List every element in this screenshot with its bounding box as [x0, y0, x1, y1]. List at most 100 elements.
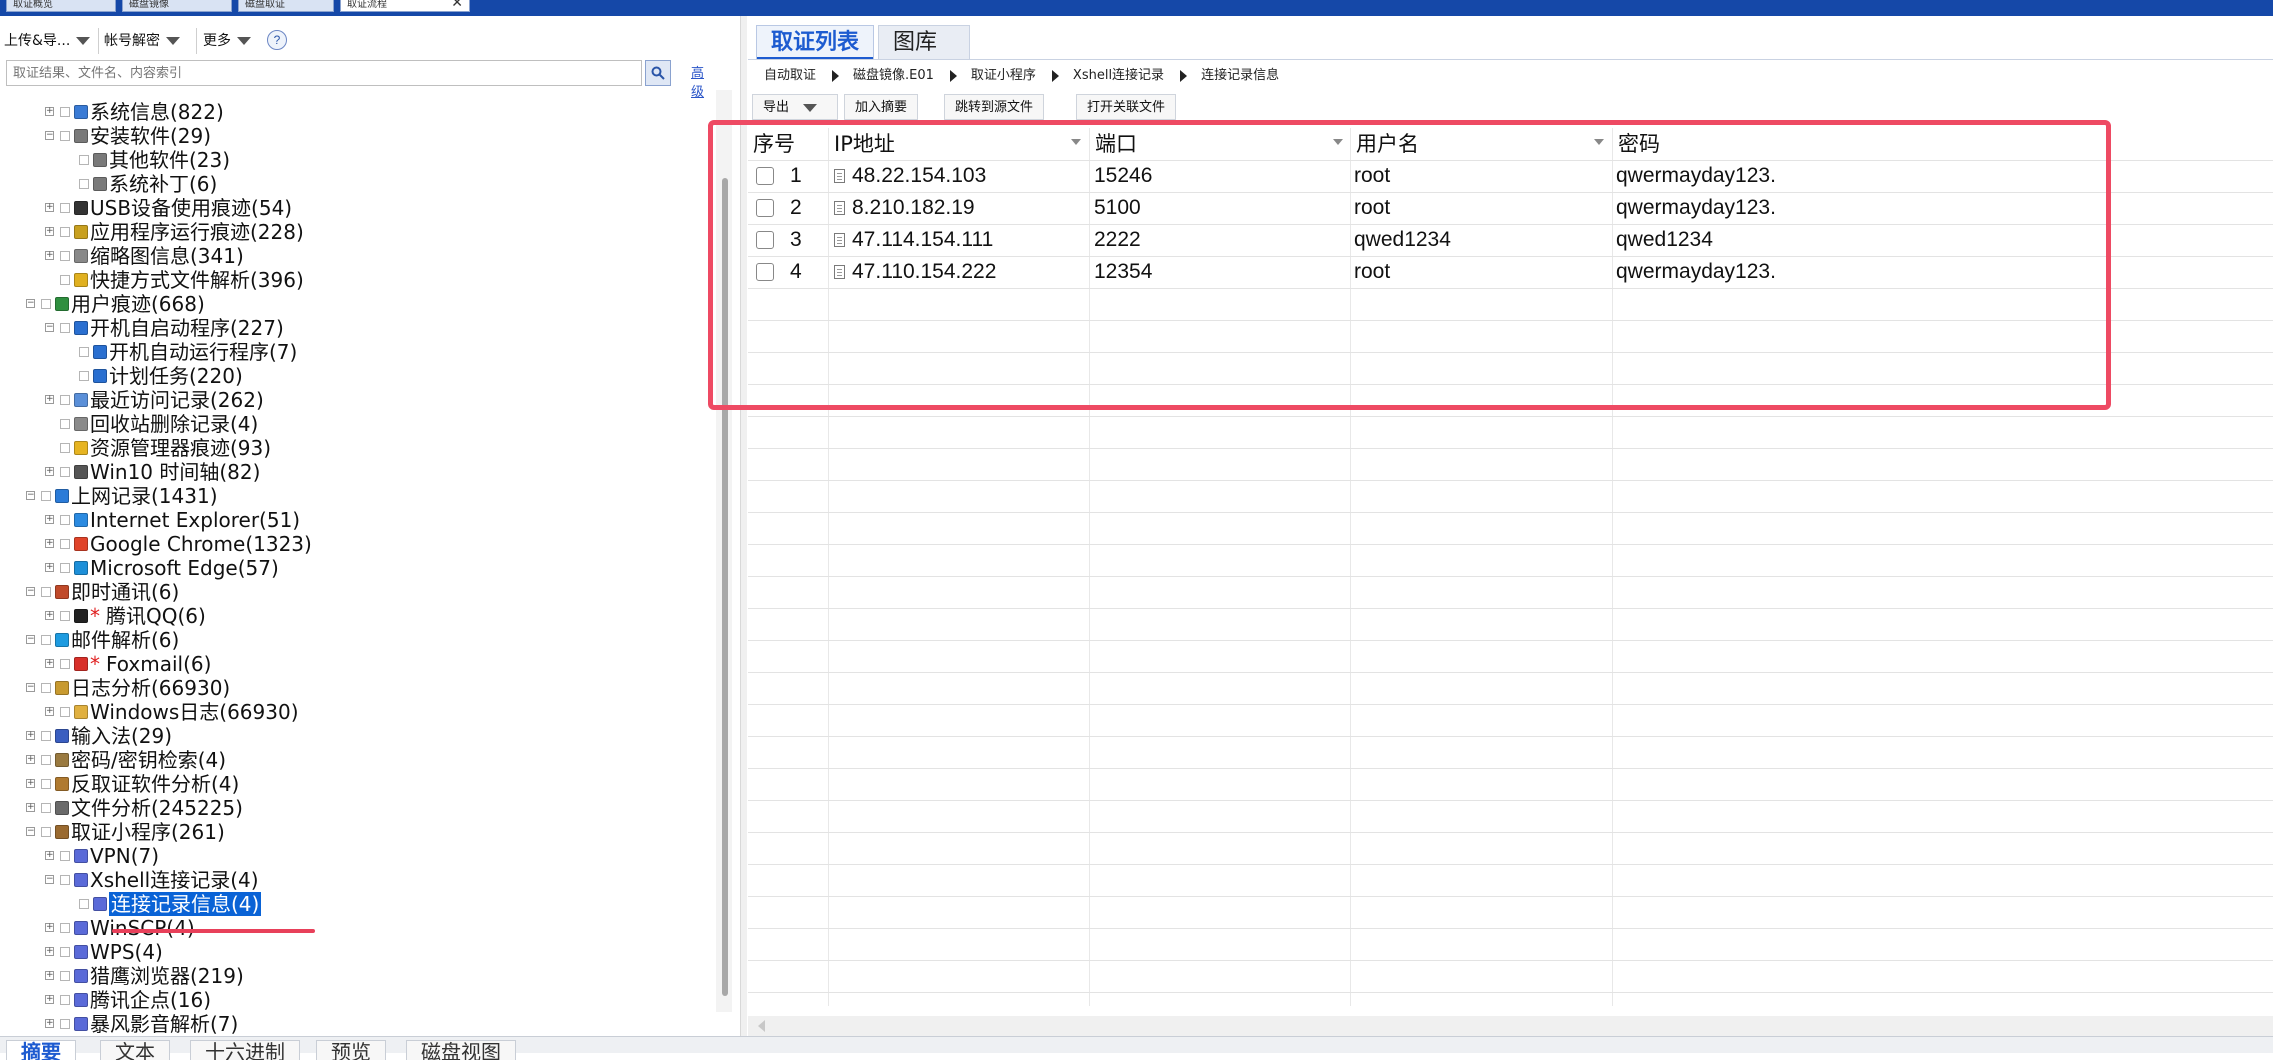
- tree-node[interactable]: + 猎鹰浏览器(219): [0, 964, 700, 988]
- tree-node[interactable]: − 日志分析(66930): [0, 676, 700, 700]
- tree-checkbox[interactable]: [41, 731, 51, 741]
- tab-disk-view[interactable]: 磁盘视图: [406, 1040, 516, 1060]
- expand-icon[interactable]: +: [45, 227, 54, 236]
- tree-node[interactable]: 连接记录信息(4): [0, 891, 700, 917]
- tree-node[interactable]: + USB设备使用痕迹(54): [0, 196, 700, 220]
- tree-node[interactable]: − 邮件解析(6): [0, 628, 700, 652]
- expand-icon[interactable]: +: [45, 923, 54, 932]
- collapse-icon[interactable]: −: [26, 491, 35, 500]
- open-related-file-button[interactable]: 打开关联文件: [1076, 94, 1177, 120]
- tree-node[interactable]: − 开机自启动程序(227): [0, 316, 700, 340]
- tree-checkbox[interactable]: [60, 203, 70, 213]
- close-icon[interactable]: ✕: [451, 0, 463, 10]
- tree-node[interactable]: + 腾讯企点(16): [0, 988, 700, 1012]
- tree-node[interactable]: + Windows日志(66930): [0, 700, 700, 724]
- tree-checkbox[interactable]: [41, 299, 51, 309]
- tree-checkbox[interactable]: [41, 635, 51, 645]
- add-summary-button[interactable]: 加入摘要: [844, 94, 919, 120]
- tree-checkbox[interactable]: [41, 491, 51, 501]
- tab-gallery[interactable]: 图库: [878, 25, 970, 59]
- tree-node[interactable]: + 密码/密钥检索(4): [0, 748, 700, 772]
- tree-checkbox[interactable]: [60, 611, 70, 621]
- tree-checkbox[interactable]: [60, 443, 70, 453]
- tree-node[interactable]: + Internet Explorer(51): [0, 508, 700, 532]
- tree-checkbox[interactable]: [60, 275, 70, 285]
- tree-checkbox[interactable]: [41, 587, 51, 597]
- tree-checkbox[interactable]: [60, 851, 70, 861]
- expand-icon[interactable]: +: [45, 467, 54, 476]
- tree-node[interactable]: 计划任务(220): [0, 364, 700, 388]
- tree-checkbox[interactable]: [41, 755, 51, 765]
- tree-checkbox[interactable]: [60, 515, 70, 525]
- tree-checkbox[interactable]: [60, 707, 70, 717]
- tree-node[interactable]: 系统补丁(6): [0, 172, 700, 196]
- upload-dropdown[interactable]: 上传&导...: [4, 30, 91, 52]
- window-tab-active[interactable]: 取证流程 ✕: [340, 0, 470, 12]
- tree-checkbox[interactable]: [60, 659, 70, 669]
- expand-icon[interactable]: +: [45, 563, 54, 572]
- collapse-icon[interactable]: −: [26, 683, 35, 692]
- expand-icon[interactable]: +: [45, 1019, 54, 1028]
- tree-checkbox[interactable]: [60, 539, 70, 549]
- window-tab[interactable]: 磁盘取证: [238, 0, 334, 12]
- tree-node[interactable]: − 安装软件(29): [0, 124, 700, 148]
- tree-node[interactable]: + 文件分析(245225): [0, 796, 700, 820]
- tab-evidence-list[interactable]: 取证列表: [756, 25, 874, 60]
- tree-node[interactable]: + * Foxmail(6): [0, 652, 700, 676]
- tree-node[interactable]: + 反取证软件分析(4): [0, 772, 700, 796]
- expand-icon[interactable]: +: [45, 515, 54, 524]
- tree-node[interactable]: + 最近访问记录(262): [0, 388, 700, 412]
- account-decrypt-dropdown[interactable]: 帐号解密: [104, 30, 180, 52]
- tree-node[interactable]: + 缩略图信息(341): [0, 244, 700, 268]
- tree-node[interactable]: 回收站删除记录(4): [0, 412, 700, 436]
- tree-node[interactable]: + VPN(7): [0, 844, 700, 868]
- tree-checkbox[interactable]: [60, 923, 70, 933]
- tree-checkbox[interactable]: [79, 899, 89, 909]
- search-input[interactable]: [6, 60, 642, 86]
- tree-checkbox[interactable]: [41, 779, 51, 789]
- expand-icon[interactable]: +: [26, 755, 35, 764]
- more-dropdown[interactable]: 更多: [203, 30, 251, 52]
- expand-icon[interactable]: +: [45, 995, 54, 1004]
- expand-icon[interactable]: +: [26, 779, 35, 788]
- jump-to-source-button[interactable]: 跳转到源文件: [944, 94, 1045, 120]
- tree-node[interactable]: 快捷方式文件解析(396): [0, 268, 700, 292]
- horizontal-scrollbar[interactable]: [748, 1016, 2273, 1036]
- breadcrumb-item[interactable]: 连接记录信息: [1201, 68, 1279, 83]
- tree-node[interactable]: + WinSCP(4): [0, 916, 700, 940]
- tree-node[interactable]: − 即时通讯(6): [0, 580, 700, 604]
- tree-node[interactable]: + Google Chrome(1323): [0, 532, 700, 556]
- tree-node[interactable]: − Xshell连接记录(4): [0, 868, 700, 892]
- tree-checkbox[interactable]: [60, 467, 70, 477]
- window-tab[interactable]: 磁盘镜像: [122, 0, 232, 12]
- collapse-icon[interactable]: −: [45, 323, 54, 332]
- tree-node[interactable]: 资源管理器痕迹(93): [0, 436, 700, 460]
- tree-node[interactable]: − 上网记录(1431): [0, 484, 700, 508]
- expand-icon[interactable]: +: [45, 947, 54, 956]
- tree-node[interactable]: + WPS(4): [0, 940, 700, 964]
- tree-checkbox[interactable]: [79, 347, 89, 357]
- tree-checkbox[interactable]: [79, 371, 89, 381]
- expand-icon[interactable]: +: [26, 803, 35, 812]
- tree-checkbox[interactable]: [60, 875, 70, 885]
- tree-node[interactable]: + Win10 时间轴(82): [0, 460, 700, 484]
- collapse-icon[interactable]: −: [26, 635, 35, 644]
- tree-node[interactable]: − 取证小程序(261): [0, 820, 700, 844]
- expand-icon[interactable]: +: [45, 251, 54, 260]
- expand-icon[interactable]: +: [45, 971, 54, 980]
- expand-icon[interactable]: +: [45, 395, 54, 404]
- export-button[interactable]: 导出: [752, 94, 838, 120]
- tree-checkbox[interactable]: [60, 1019, 70, 1029]
- tree-node[interactable]: + Microsoft Edge(57): [0, 556, 700, 580]
- tree-node[interactable]: − 用户痕迹(668): [0, 292, 700, 316]
- tree-node[interactable]: + 暴风影音解析(7): [0, 1012, 700, 1036]
- tree-checkbox[interactable]: [60, 227, 70, 237]
- tree-checkbox[interactable]: [41, 683, 51, 693]
- breadcrumb-item[interactable]: Xshell连接记录: [1073, 68, 1164, 83]
- collapse-icon[interactable]: −: [26, 827, 35, 836]
- tree-checkbox[interactable]: [41, 827, 51, 837]
- scroll-left-icon[interactable]: [758, 1020, 765, 1032]
- search-button[interactable]: [645, 60, 671, 86]
- tree-checkbox[interactable]: [79, 179, 89, 189]
- tree-checkbox[interactable]: [60, 995, 70, 1005]
